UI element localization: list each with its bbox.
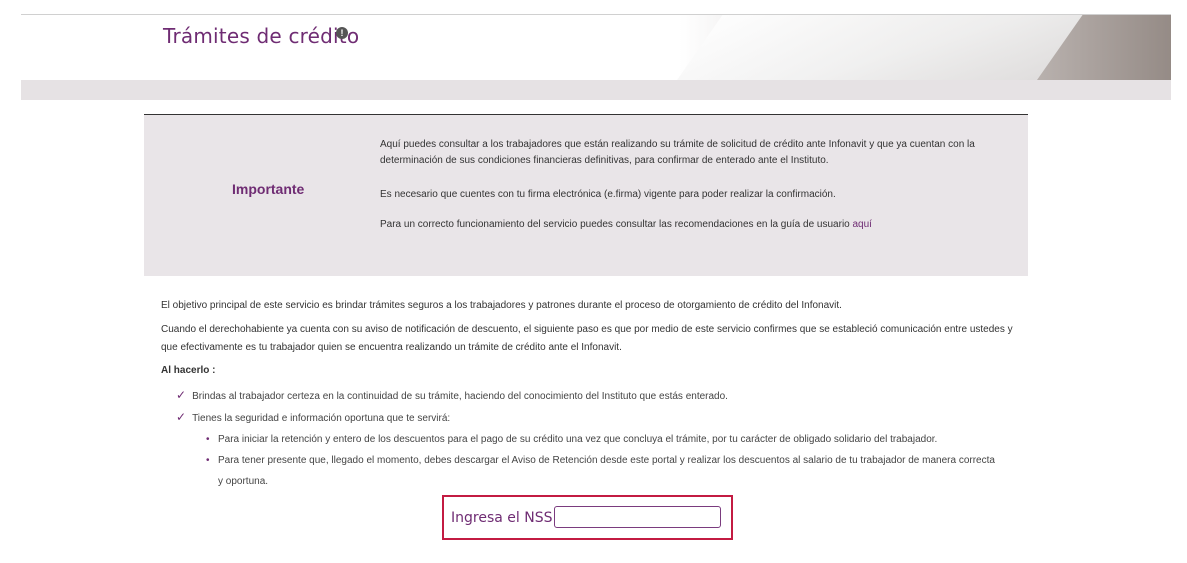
bullet-list-item: • Para tener presente que, llegado el mo…	[206, 450, 996, 492]
bullet-icon: •	[206, 455, 210, 466]
check-list-item: ✓ Brindas al trabajador certeza en la con…	[176, 388, 728, 402]
check-list-item: ✓ Tienes la seguridad e información oport…	[176, 410, 450, 424]
al-hacerlo-heading: Al hacerlo :	[161, 365, 216, 376]
bullet-icon: •	[206, 434, 210, 445]
objective-text: El objetivo principal de este servicio e…	[161, 300, 842, 311]
bullet-item-text: Para tener presente que, llegado el mome…	[218, 455, 995, 487]
nss-form: Ingresa el NSS	[442, 495, 733, 540]
checkmark-icon: ✓	[176, 388, 187, 402]
page-title: Trámites de crédito	[163, 24, 360, 48]
check-item-text: Tienes la seguridad e información oportu…	[192, 413, 451, 424]
nss-label: Ingresa el NSS	[451, 510, 553, 526]
check-item-text: Brindas al trabajador certeza en la cont…	[192, 391, 728, 402]
notice-paragraph-3: Para un correcto funcionamiento del serv…	[380, 217, 980, 233]
notice-label: Importante	[232, 181, 305, 197]
user-guide-link[interactable]: aquí	[853, 219, 872, 230]
notice-paragraph-3-text: Para un correcto funcionamiento del serv…	[380, 219, 853, 230]
bullet-item-text: Para iniciar la retención y entero de lo…	[218, 434, 938, 445]
info-icon[interactable]: !	[336, 27, 348, 39]
bullet-list-item: • Para iniciar la retención y entero de …	[206, 429, 996, 450]
important-notice: Importante Aquí puedes consultar a los t…	[144, 114, 1028, 276]
notice-paragraph-1: Aquí puedes consultar a los trabajadores…	[380, 139, 975, 166]
nss-input[interactable]	[554, 506, 721, 528]
checkmark-icon: ✓	[176, 410, 187, 424]
description-text: Cuando el derechohabiente ya cuenta con …	[161, 324, 1013, 353]
header-divider-strip	[21, 80, 1171, 100]
header-banner-image	[571, 15, 1171, 81]
notice-paragraph-2: Es necesario que cuentes con tu firma el…	[380, 189, 836, 200]
banner-paper-shape	[652, 15, 1090, 81]
